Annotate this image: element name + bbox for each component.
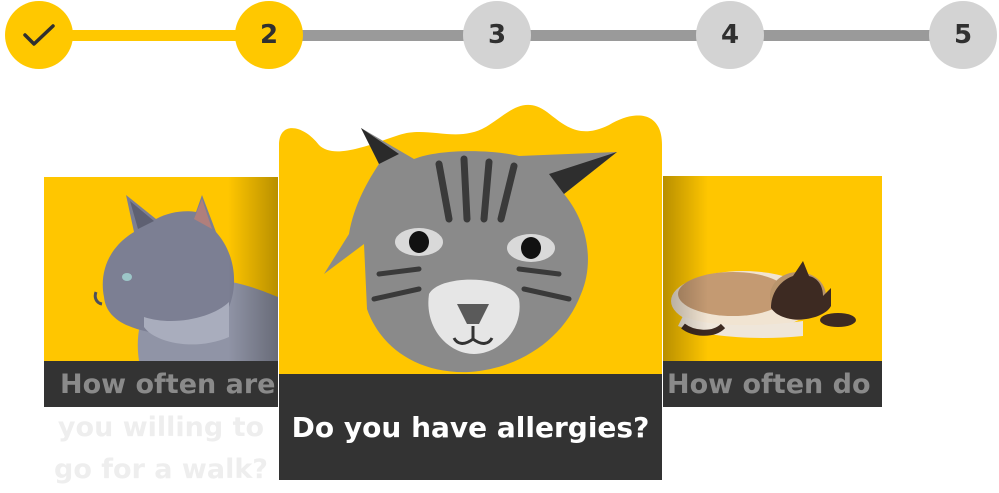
progress-stepper: 2 3 4 5 — [0, 0, 999, 80]
step-4[interactable]: 4 — [696, 1, 764, 69]
current-question-text: Do you have allergies? — [279, 374, 662, 480]
next-question-text: How often do — [663, 361, 882, 407]
step-3[interactable]: 3 — [463, 1, 531, 69]
previous-question-card[interactable]: How often are — [44, 177, 278, 407]
siamese-cat-image — [663, 176, 882, 361]
step-1[interactable] — [5, 1, 73, 69]
step-2-label: 2 — [259, 20, 279, 50]
step-5-label: 5 — [953, 20, 973, 50]
grey-cat-image — [44, 177, 278, 361]
previous-question-overflow-text: you willing to go for a walk? — [54, 412, 268, 485]
tabby-cat-illustration — [324, 128, 617, 373]
step-5[interactable]: 5 — [929, 1, 997, 69]
step-3-label: 3 — [487, 20, 507, 50]
next-question-card[interactable]: How often do — [663, 176, 882, 407]
check-icon — [23, 24, 55, 46]
current-question-card[interactable]: Do you have allergies? — [279, 100, 662, 480]
card-shadow — [663, 176, 708, 361]
step-4-label: 4 — [720, 20, 740, 50]
card-shadow — [228, 177, 278, 361]
step-2[interactable]: 2 — [235, 1, 303, 69]
previous-question-text: How often are — [44, 361, 278, 407]
